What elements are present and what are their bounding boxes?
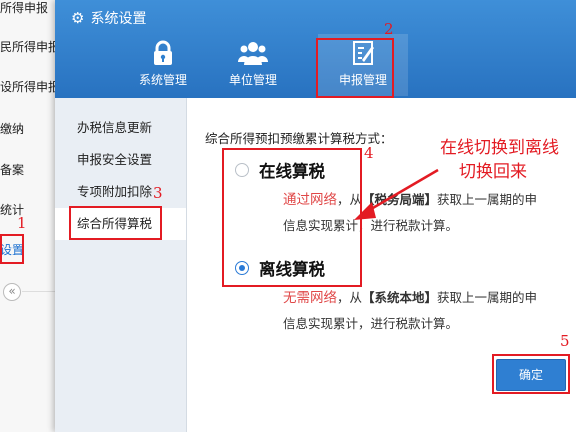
lock-icon bbox=[154, 40, 172, 65]
annotation-box-3 bbox=[69, 206, 162, 240]
desc-source: 【系统本地】 bbox=[362, 290, 438, 305]
bg-menu-item[interactable]: 统计 bbox=[0, 200, 60, 220]
tab-system-management[interactable]: 系统管理 bbox=[118, 34, 208, 96]
annotation-number-2: 2 bbox=[384, 20, 394, 38]
bg-menu-item[interactable]: 缴纳 bbox=[0, 119, 60, 139]
tab-label: 系统管理 bbox=[138, 73, 187, 87]
annotation-note-line2: 切换回来 bbox=[459, 162, 527, 182]
sidebar-item-tax-info-update[interactable]: 办税信息更新 bbox=[55, 112, 186, 144]
sidebar-item-special-deduction[interactable]: 专项附加扣除 bbox=[55, 176, 186, 208]
bg-menu-item[interactable]: 备案 bbox=[0, 160, 60, 180]
annotation-number-5: 5 bbox=[560, 332, 570, 350]
gear-icon: ⚙ bbox=[71, 8, 85, 27]
tab-unit-management[interactable]: 单位管理 bbox=[208, 34, 298, 96]
annotation-arrow bbox=[354, 168, 439, 220]
desc-text: 获取上一属期的申 bbox=[437, 290, 538, 305]
sidebar-item-security-settings[interactable]: 申报安全设置 bbox=[55, 144, 186, 176]
annotation-box-2 bbox=[316, 38, 394, 98]
double-chevron-left-icon[interactable]: « bbox=[3, 283, 21, 301]
dialog-title: 系统设置 bbox=[90, 11, 147, 27]
desc-text: 获取上一属期的申 bbox=[437, 192, 538, 207]
annotation-note-line1: 在线切换到离线 bbox=[440, 138, 559, 158]
annotation-number-1: 1 bbox=[17, 214, 27, 232]
annotation-box-5 bbox=[492, 354, 570, 394]
desc-highlight: 无需网络 bbox=[283, 290, 337, 306]
users-icon bbox=[238, 42, 268, 65]
option-offline-description-line2: 信息实现累计，进行税款计算。 bbox=[283, 316, 459, 331]
background-left-menu: 所得申报 民所得申报 设所得申报 缴纳 备案 统计 设置 « bbox=[0, 0, 63, 432]
annotation-number-3: 3 bbox=[153, 184, 163, 202]
desc-text: ，从 bbox=[337, 290, 363, 305]
bg-menu-item[interactable]: 民所得申报 bbox=[0, 37, 60, 57]
bg-menu-item[interactable]: 设所得申报 bbox=[0, 77, 60, 97]
option-offline-description: 无需网络，从【系统本地】获取上一属期的申 bbox=[283, 288, 537, 308]
annotation-box-1 bbox=[0, 234, 24, 264]
tab-label: 单位管理 bbox=[228, 73, 277, 87]
screen: 所得申报 民所得申报 设所得申报 缴纳 备案 统计 设置 « 1 ⚙ 系统设置 bbox=[0, 0, 576, 432]
dialog-title-bar: ⚙ 系统设置 bbox=[71, 8, 146, 28]
bg-menu-item[interactable]: 所得申报 bbox=[0, 0, 60, 18]
dialog-sidebar: 办税信息更新 申报安全设置 专项附加扣除 综合所得算税 bbox=[55, 98, 187, 432]
annotation-number-4: 4 bbox=[364, 144, 374, 162]
